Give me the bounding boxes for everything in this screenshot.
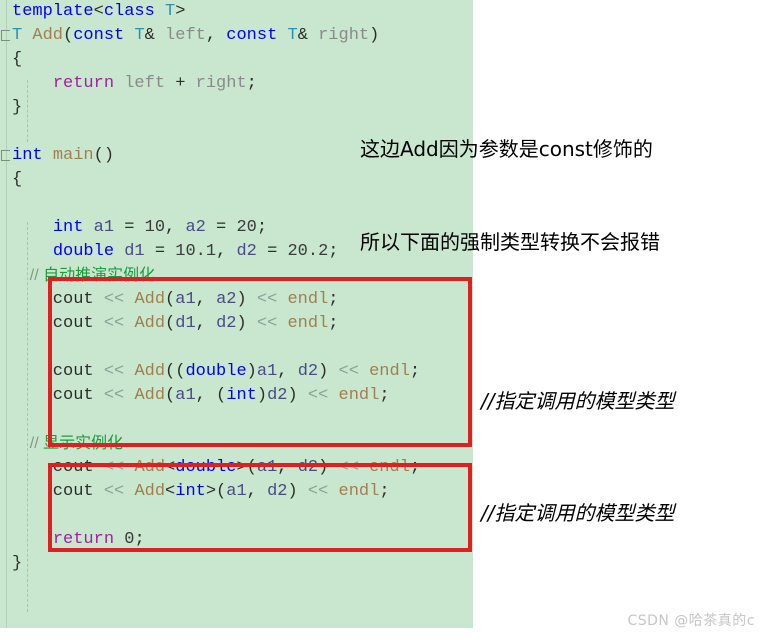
fold-marker-icon[interactable] xyxy=(1,30,10,41)
fold-marker-icon[interactable] xyxy=(1,150,10,161)
annotation-right-explicit: //指定调用的模型类型 xyxy=(481,501,675,525)
code-line: cout << Add(a1, (int)d2) << endl; xyxy=(12,386,390,405)
code-line: cout << Add<int>(a1, d2) << endl; xyxy=(12,482,390,501)
code-line-comment: // 显示实例化 xyxy=(12,435,124,452)
annotation-top-line2: 所以下面的强制类型转换不会报错 xyxy=(360,230,660,254)
csdn-watermark: CSDN @哈茶真的c xyxy=(627,613,755,629)
code-line: cout << Add(d1, d2) << endl; xyxy=(12,314,339,333)
code-line: return 0; xyxy=(52,530,145,549)
code-line: T Add(const T& left, const T& right) xyxy=(0,24,473,48)
code-line: cout << Add(a1, a2) << endl; xyxy=(12,290,339,309)
code-line: } xyxy=(12,554,23,573)
code-line: cout << Add<double>(a1, d2) << endl; xyxy=(12,458,421,477)
annotation-top-line1: 这边Add因为参数是const修饰的 xyxy=(360,137,653,161)
annotation-top: 这边Add因为参数是const修饰的 所以下面的强制类型转换不会报错 xyxy=(360,72,660,289)
code-line: { xyxy=(12,50,23,69)
annotation-right-auto-deduction: //指定调用的模型类型 xyxy=(481,389,675,413)
code-line: cout << Add((double)a1, d2) << endl; xyxy=(12,362,421,381)
code-line: template<class T> xyxy=(12,2,186,21)
